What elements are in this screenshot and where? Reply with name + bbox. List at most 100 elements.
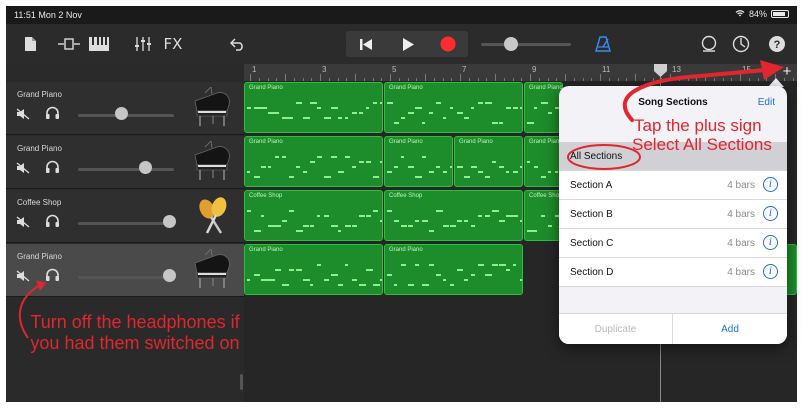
midi-note (261, 215, 264, 217)
midi-note (415, 176, 422, 178)
metronome-button[interactable] (592, 32, 614, 56)
midi-note (499, 220, 505, 222)
midi-note (282, 156, 286, 158)
info-icon[interactable]: i (763, 235, 778, 250)
midi-note (324, 176, 331, 178)
master-volume-slider[interactable] (481, 43, 571, 46)
help-icon: ? (769, 36, 785, 52)
music-region[interactable]: Grand Piano (454, 136, 523, 187)
track-volume-knob[interactable] (163, 269, 177, 282)
midi-note (275, 112, 279, 114)
region-label: Grand Piano (459, 139, 493, 145)
music-region[interactable]: Grand Piano (244, 136, 383, 187)
undo-button[interactable] (228, 32, 248, 56)
section-row[interactable]: Section D 4 bars i (559, 258, 787, 287)
headphones-icon[interactable] (45, 106, 60, 125)
help-button[interactable]: ? (766, 32, 788, 56)
track-volume-knob[interactable] (139, 161, 153, 174)
timeline-ruler[interactable]: 1 3 5 7 9 11 13 15 (244, 64, 797, 81)
midi-note (520, 166, 522, 168)
info-icon[interactable]: i (763, 177, 778, 192)
loop-browser-button[interactable] (698, 32, 720, 56)
fx-button[interactable]: FX (161, 32, 185, 56)
track-header[interactable]: Grand Piano (6, 244, 244, 297)
music-region[interactable]: Grand Piano (524, 136, 563, 187)
master-volume-knob[interactable] (504, 37, 518, 51)
section-row[interactable]: Section B 4 bars i (559, 200, 787, 229)
midi-note (331, 225, 338, 227)
info-icon[interactable]: i (763, 264, 778, 279)
midi-note (261, 279, 268, 281)
status-time: 11:51 Mon 2 Nov (14, 10, 82, 20)
track-name: Grand Piano (17, 252, 62, 261)
region-notes (385, 202, 522, 240)
midi-note (268, 166, 271, 168)
music-region[interactable]: Grand Piano (244, 82, 383, 133)
play-button[interactable] (394, 32, 422, 56)
midi-note (457, 166, 463, 168)
my-songs-button[interactable] (20, 32, 40, 56)
info-icon[interactable]: i (763, 206, 778, 221)
midi-note (296, 269, 302, 271)
track-header[interactable]: Grand Piano (6, 136, 244, 189)
mute-icon[interactable] (16, 215, 30, 233)
record-button[interactable] (434, 32, 462, 56)
midi-note (492, 264, 498, 266)
music-region[interactable]: Grand Piano (384, 136, 453, 187)
midi-note (359, 215, 365, 217)
music-region[interactable]: Coffee Shop (244, 190, 383, 241)
section-row[interactable]: Section A 4 bars i (559, 171, 787, 200)
region-notes (245, 202, 382, 240)
midi-note (436, 274, 441, 276)
keyboard-view-button[interactable] (88, 32, 110, 56)
midi-note (310, 102, 317, 104)
header-resize-handle[interactable] (240, 374, 243, 390)
midi-note (373, 102, 377, 104)
settings-button[interactable] (730, 32, 752, 56)
midi-note (513, 171, 518, 173)
midi-note (506, 107, 511, 109)
track-header[interactable]: Grand Piano (6, 82, 244, 135)
grand-piano-icon (191, 248, 235, 291)
edit-button[interactable]: Edit (758, 97, 775, 108)
duplicate-button[interactable]: Duplicate (559, 314, 673, 344)
mute-icon[interactable] (16, 107, 30, 125)
ruler-tick (495, 74, 496, 81)
music-region[interactable]: Grand Piano (524, 82, 563, 133)
region-notes (455, 148, 522, 186)
track-volume-knob[interactable] (163, 215, 177, 228)
midi-note (471, 166, 477, 168)
section-row[interactable]: Section C 4 bars i (559, 229, 787, 258)
midi-note (345, 117, 348, 119)
browser-view-button[interactable] (56, 32, 82, 56)
track-volume-knob[interactable] (115, 107, 129, 120)
headphones-icon[interactable] (45, 160, 60, 179)
headphones-icon[interactable] (45, 268, 60, 287)
mixer-sliders-icon (135, 37, 151, 51)
track-volume-slider[interactable] (78, 222, 174, 225)
track-volume-slider[interactable] (78, 276, 174, 279)
go-to-beginning-button[interactable] (352, 32, 380, 56)
music-region[interactable]: Coffee Shop (384, 190, 523, 241)
mixer-button[interactable] (132, 32, 154, 56)
headphones-icon[interactable] (45, 214, 60, 233)
midi-note (471, 107, 474, 109)
mute-icon[interactable] (16, 161, 30, 179)
mute-icon[interactable] (16, 269, 30, 287)
track-header[interactable]: Coffee Shop (6, 190, 244, 243)
metronome-icon (595, 36, 611, 52)
music-region[interactable]: Grand Piano (384, 82, 523, 133)
region-notes (525, 202, 562, 240)
region-notes (245, 148, 382, 186)
midi-note (492, 210, 499, 212)
midi-note (499, 264, 506, 266)
midi-note (317, 215, 320, 217)
music-region[interactable]: Grand Piano (384, 244, 523, 295)
region-label: Grand Piano (389, 139, 423, 145)
music-region[interactable]: Grand Piano (244, 244, 383, 295)
track-volume-slider[interactable] (78, 168, 174, 171)
midi-note (443, 171, 447, 173)
ruler-tick (355, 74, 356, 81)
music-region[interactable]: Coffee Shop (524, 190, 563, 241)
add-button[interactable]: Add (673, 314, 787, 344)
